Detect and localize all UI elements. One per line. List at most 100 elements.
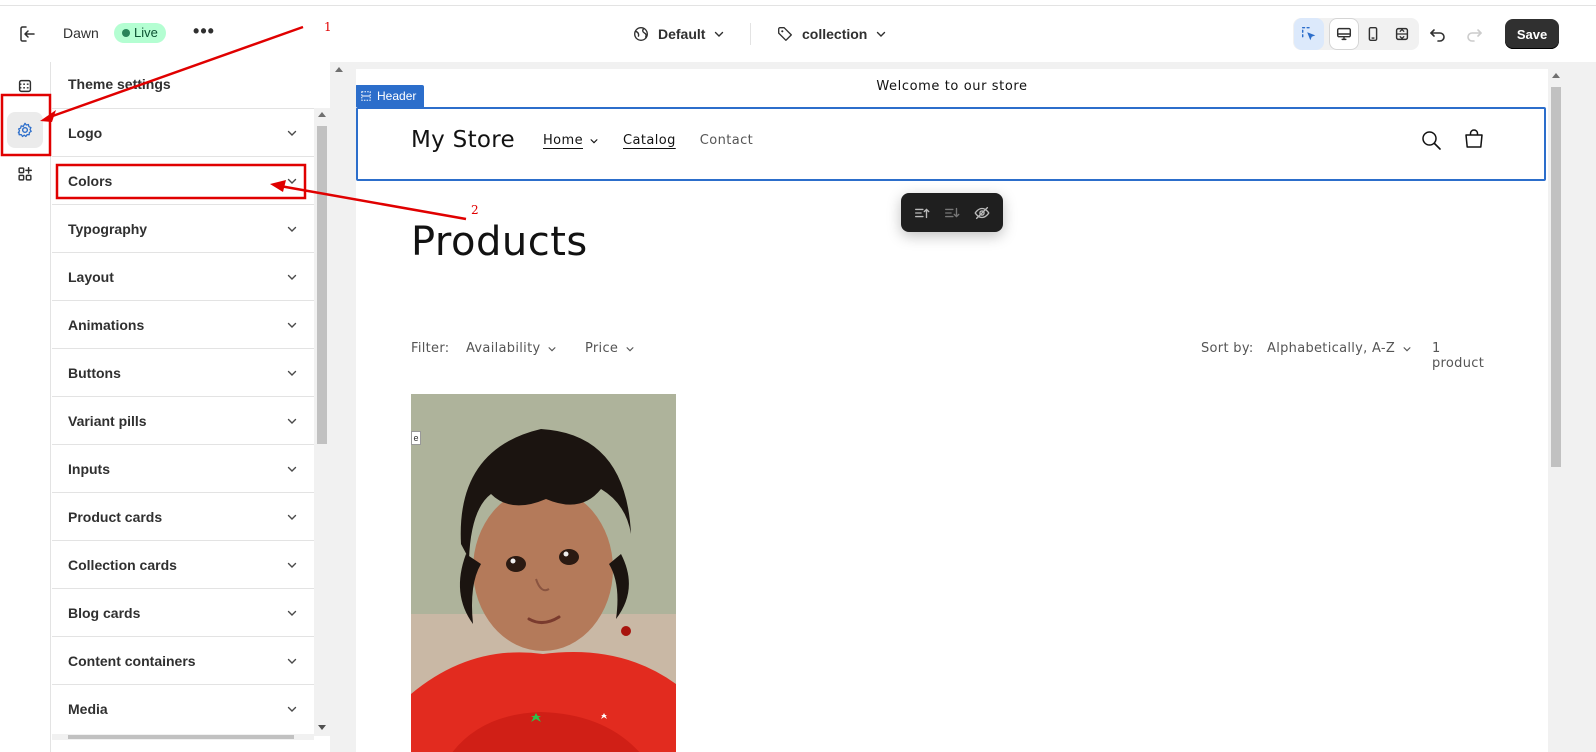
template-dropdown-label: Default — [658, 26, 706, 42]
settings-item-media[interactable]: Media — [52, 684, 314, 732]
section-icon — [361, 91, 371, 101]
settings-item-label: Layout — [68, 268, 114, 285]
live-status-badge: Live — [114, 23, 166, 43]
mobile-view-button[interactable] — [1358, 18, 1388, 50]
nav-item-label: Home — [543, 133, 583, 148]
panel-scrollbar[interactable] — [314, 108, 330, 736]
chevron-down-icon — [877, 31, 886, 37]
settings-item-label: Inputs — [68, 460, 110, 477]
filter-sort-row: Filter: Availability Price Sort by: Alph… — [411, 341, 1493, 371]
settings-item-label: Media — [68, 700, 108, 717]
fullscreen-view-button[interactable] — [1387, 18, 1417, 50]
price-filter-label: Price — [585, 341, 619, 356]
apps-icon — [18, 166, 33, 181]
template-dropdown[interactable]: Default — [632, 21, 725, 47]
settings-item-blog-cards[interactable]: Blog cards — [52, 588, 314, 636]
storefront-preview: Welcome to our store Header My Store Hom… — [356, 69, 1548, 752]
announcement-bar[interactable]: Welcome to our store — [356, 69, 1548, 105]
more-actions-button[interactable]: ••• — [192, 21, 216, 45]
availability-filter[interactable]: Availability — [466, 341, 557, 356]
chevron-down-icon — [287, 610, 297, 616]
chevron-down-icon — [715, 31, 724, 37]
scroll-up-arrow-icon[interactable] — [335, 67, 343, 72]
move-down-icon[interactable] — [943, 204, 961, 222]
settings-item-label: Product cards — [68, 508, 163, 525]
price-filter[interactable]: Price — [585, 341, 635, 356]
settings-item-collection-cards[interactable]: Collection cards — [52, 540, 314, 588]
theme-settings-rail-button[interactable] — [7, 112, 43, 148]
settings-item-inputs[interactable]: Inputs — [52, 444, 314, 492]
chevron-down-icon — [287, 658, 297, 664]
nav-item-contact[interactable]: Contact — [700, 133, 753, 148]
product-count: 1 product — [1432, 341, 1485, 371]
chevron-down-icon — [287, 466, 297, 472]
settings-item-label: Content containers — [68, 652, 196, 669]
section-actions-toolbar — [901, 193, 1003, 232]
settings-item-label: Collection cards — [68, 556, 177, 573]
settings-item-label: Typography — [68, 220, 148, 237]
inspector-toggle-button[interactable] — [1294, 18, 1324, 50]
scroll-down-arrow-icon[interactable] — [318, 725, 326, 730]
chevron-down-icon — [626, 346, 634, 351]
cart-icon[interactable] — [1462, 127, 1486, 151]
panel-horizontal-scrollbar-thumb[interactable] — [68, 735, 294, 739]
panel-horizontal-scrollbar[interactable] — [52, 734, 314, 740]
exit-icon[interactable] — [16, 22, 40, 46]
settings-item-colors[interactable]: Colors — [52, 156, 314, 204]
topbar-divider — [750, 23, 751, 45]
scroll-up-arrow-icon[interactable] — [318, 112, 326, 117]
nav-item-home[interactable]: Home — [543, 133, 599, 148]
settings-item-label: Colors — [68, 172, 113, 189]
annotation-label-2: 2 — [471, 203, 479, 217]
nav-item-label: Contact — [699, 133, 754, 148]
sections-rail-button[interactable] — [7, 68, 43, 104]
editor-topbar: Dawn Live ••• Default collection Save — [0, 7, 1596, 61]
chevron-down-icon — [287, 706, 297, 712]
settings-item-buttons[interactable]: Buttons — [52, 348, 314, 396]
preview-scrollbar-thumb[interactable] — [1551, 87, 1561, 467]
hide-icon[interactable] — [973, 204, 991, 222]
redo-icon[interactable] — [1462, 22, 1486, 46]
header-section-tag[interactable]: Header — [356, 85, 425, 107]
settings-item-content-containers[interactable]: Content containers — [52, 636, 314, 684]
image-overlay-badge: e — [411, 431, 421, 445]
theme-settings-panel: Theme settings Logo Colors Typography La… — [52, 62, 330, 752]
chevron-down-icon — [590, 138, 598, 143]
settings-item-animations[interactable]: Animations — [52, 300, 314, 348]
settings-item-product-cards[interactable]: Product cards — [52, 492, 314, 540]
expand-icon — [1395, 27, 1409, 41]
undo-icon[interactable] — [1426, 22, 1450, 46]
settings-item-label: Logo — [68, 124, 103, 141]
sort-select-value: Alphabetically, A-Z — [1267, 341, 1396, 356]
chevron-down-icon — [287, 514, 297, 520]
window-top-border — [0, 0, 1596, 6]
page-dropdown[interactable]: collection — [776, 21, 887, 47]
cursor-select-icon — [1301, 26, 1316, 41]
desktop-view-button[interactable] — [1329, 18, 1359, 50]
product-card-image[interactable] — [411, 394, 676, 752]
chevron-down-icon — [287, 418, 297, 424]
panel-title: Theme settings — [68, 76, 171, 92]
sort-select[interactable]: Alphabetically, A-Z — [1267, 341, 1412, 356]
nav-item-catalog[interactable]: Catalog — [623, 133, 676, 148]
settings-item-variant-pills[interactable]: Variant pills — [52, 396, 314, 444]
settings-item-typography[interactable]: Typography — [52, 204, 314, 252]
apps-rail-button[interactable] — [7, 156, 43, 192]
move-up-icon[interactable] — [913, 204, 931, 222]
save-button[interactable]: Save — [1505, 19, 1559, 49]
chevron-down-icon — [548, 346, 556, 351]
sort-label: Sort by: — [1201, 341, 1254, 356]
panel-scrollbar-thumb[interactable] — [317, 126, 327, 444]
page-dropdown-label: collection — [802, 26, 868, 42]
desktop-icon — [1336, 27, 1352, 41]
settings-item-label: Buttons — [68, 364, 121, 381]
chevron-down-icon — [287, 274, 297, 280]
search-icon[interactable] — [1420, 129, 1442, 151]
header-section-outline[interactable] — [356, 107, 1546, 181]
settings-item-logo[interactable]: Logo — [52, 108, 314, 156]
settings-item-layout[interactable]: Layout — [52, 252, 314, 300]
preview-scrollbar[interactable] — [1548, 69, 1564, 752]
scroll-up-arrow-icon[interactable] — [1552, 73, 1560, 78]
store-logo[interactable]: My Store — [411, 127, 515, 153]
page-title: Products — [411, 219, 588, 265]
